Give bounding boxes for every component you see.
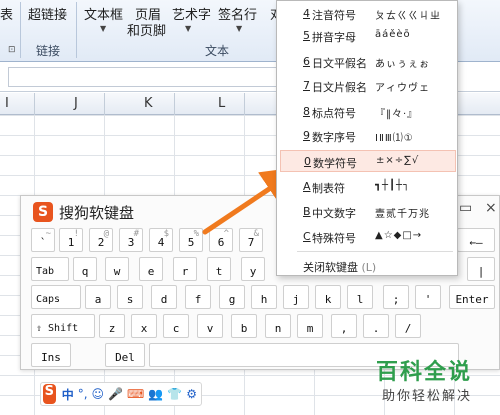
menu-sample: ⅠⅡⅢ⑴① xyxy=(375,133,414,144)
menu-sample: āáěèō xyxy=(375,29,411,40)
menu-accelerator: A xyxy=(303,180,311,193)
menu-label: 拼音字母 xyxy=(312,31,356,44)
skin-icon[interactable]: 👕 xyxy=(167,387,182,401)
close-soft-keyboard-item[interactable]: 关闭软键盘 (L) xyxy=(303,259,376,275)
menu-item-special-symbols[interactable]: C 特殊符号 ▲☆◆□→ xyxy=(280,226,456,248)
menu-label: 数学符号 xyxy=(313,157,357,170)
sogou-logo-icon[interactable]: S xyxy=(43,384,56,404)
menu-label: 制表符 xyxy=(312,182,345,195)
menu-divider xyxy=(297,251,453,252)
menu-shortcut: (L) xyxy=(361,261,377,274)
emoji-icon[interactable]: ☺ xyxy=(92,387,105,401)
menu-sample: ▲☆◆□→ xyxy=(375,230,423,241)
menu-label: 数字序号 xyxy=(312,131,356,144)
menu-item-zhuyin[interactable]: 4 注音符号 ㄆㄊㄍㄍㄐㄓ xyxy=(280,3,456,25)
punctuation-toggle[interactable]: °, xyxy=(78,387,88,401)
menu-sample: ㄆㄊㄍㄍㄐㄓ xyxy=(375,11,441,22)
menu-accelerator: C xyxy=(303,230,311,243)
menu-label: 关闭软键盘 xyxy=(303,261,358,274)
menu-label: 注音符号 xyxy=(312,9,356,22)
menu-sample: ┓┼┃┼┐ xyxy=(375,180,411,191)
menu-item-katakana[interactable]: 7 日文片假名 アィウヴェ xyxy=(280,75,456,97)
settings-icon[interactable]: ⚙ xyxy=(186,387,197,401)
menu-accelerator: 4 xyxy=(303,7,310,20)
menu-accelerator: 7 xyxy=(303,79,310,92)
menu-sample: 『‖々·』 xyxy=(375,109,419,120)
microphone-icon[interactable]: 🎤 xyxy=(108,387,123,401)
menu-sample: あぃぅぇぉ xyxy=(375,59,430,70)
soft-keyboard-menu: 4 注音符号 ㄆㄊㄍㄍㄐㄓ 5 拼音字母 āáěèō 6 日文平假名 あぃぅぇぉ 7 日文片假… xyxy=(276,0,458,276)
menu-label: 中文数字 xyxy=(312,207,356,220)
menu-item-math-symbols[interactable]: 0 数学符号 ±×÷∑√ xyxy=(280,150,456,172)
chinese-mode-toggle[interactable]: 中 xyxy=(62,386,74,403)
watermark-title: 百科全说 xyxy=(376,360,473,385)
watermark: 百科全说 助你轻松解决 xyxy=(364,350,494,410)
menu-accelerator: 9 xyxy=(303,129,310,142)
user-icon[interactable]: 👥 xyxy=(148,387,163,401)
menu-item-hiragana[interactable]: 6 日文平假名 あぃぅぇぉ xyxy=(280,51,456,73)
keyboard-icon[interactable]: ⌨ xyxy=(127,387,144,401)
menu-label: 标点符号 xyxy=(312,107,356,120)
menu-label: 日文平假名 xyxy=(312,57,367,70)
menu-item-punctuation[interactable]: 8 标点符号 『‖々·』 xyxy=(280,101,456,123)
watermark-subtitle: 助你轻松解决 xyxy=(382,389,473,404)
ime-status-bar: S 中 °, ☺ 🎤 ⌨ 👥 👕 ⚙ xyxy=(40,382,202,406)
menu-accelerator: 8 xyxy=(303,105,310,118)
menu-item-number-ordinal[interactable]: 9 数字序号 ⅠⅡⅢ⑴① xyxy=(280,125,456,147)
menu-accelerator: B xyxy=(303,205,311,218)
menu-sample: 壹贰千万兆 xyxy=(375,209,430,220)
menu-sample: ±×÷∑√ xyxy=(376,155,420,166)
menu-accelerator: 0 xyxy=(304,155,311,168)
menu-accelerator: 6 xyxy=(303,55,310,68)
menu-sample: アィウヴェ xyxy=(375,83,430,94)
menu-accelerator: 5 xyxy=(303,29,310,42)
menu-label: 特殊符号 xyxy=(312,232,356,245)
menu-label: 日文片假名 xyxy=(312,81,367,94)
menu-item-chinese-numerals[interactable]: B 中文数字 壹贰千万兆 xyxy=(280,201,456,223)
menu-item-pinyin[interactable]: 5 拼音字母 āáěèō xyxy=(280,25,456,47)
menu-item-box-drawing[interactable]: A 制表符 ┓┼┃┼┐ xyxy=(280,176,456,198)
